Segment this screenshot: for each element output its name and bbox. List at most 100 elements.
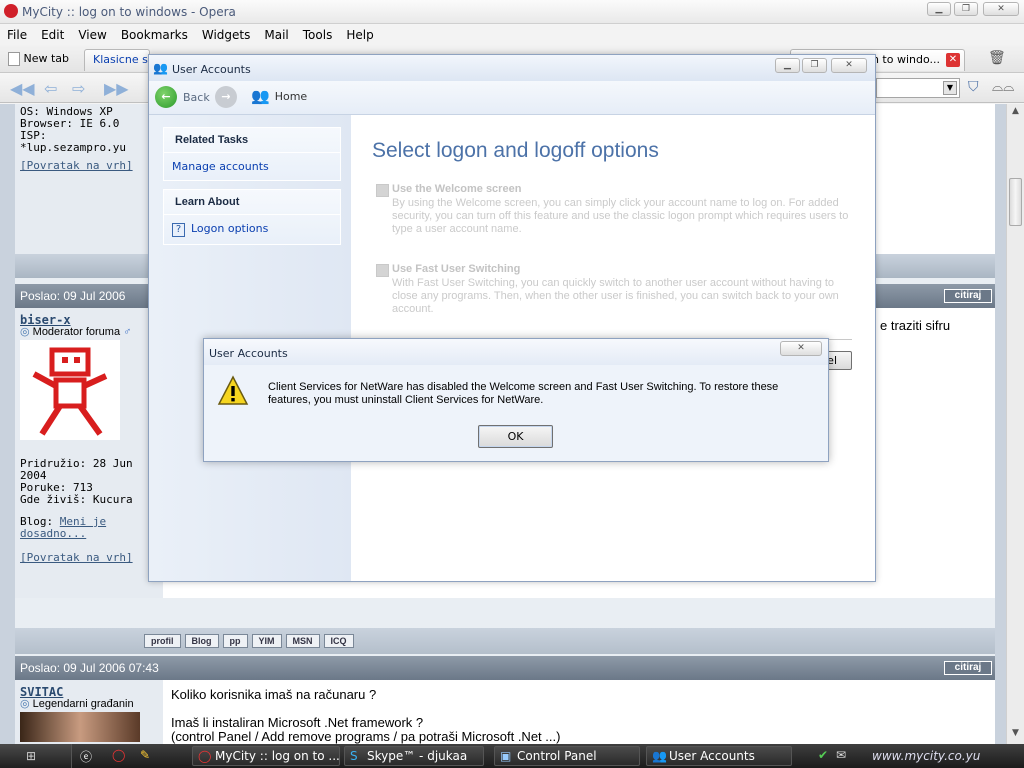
scroll-up-icon[interactable]: ▲ (1009, 106, 1022, 119)
welcome-screen-checkbox[interactable] (376, 184, 389, 197)
post-1-profile: OS: Windows XP Browser: IE 6.0 ISP: *lup… (15, 104, 163, 254)
robot-avatar-icon (32, 347, 108, 436)
forward-arrow-icon[interactable]: → (215, 86, 237, 108)
rank-label: Moderator foruma (32, 326, 121, 338)
rank-label: Legendarni građanin (32, 698, 134, 710)
post-3-body: Koliko korisnika imaš na računaru ? Imaš… (171, 688, 560, 744)
menu-mail[interactable]: Mail (264, 28, 288, 42)
task-skype[interactable]: S Skype™ - djukaa (344, 746, 484, 766)
task-label: Control Panel (517, 749, 597, 763)
post-2-text: e traziti sifru (880, 318, 951, 333)
back-to-top-link[interactable]: [Povratak na vrh] (20, 552, 158, 564)
quote-button[interactable]: citiraj (944, 661, 992, 675)
avatar (20, 340, 120, 440)
menu-bar: File Edit View Bookmarks Widgets Mail To… (0, 25, 1024, 45)
yim-button[interactable]: YIM (251, 634, 282, 648)
chevron-down-icon[interactable]: ▼ (943, 81, 957, 95)
icq-button[interactable]: ICQ (323, 634, 354, 648)
control-panel-icon: ▣ (500, 749, 512, 763)
ua-minimize-button[interactable]: ▁ (775, 58, 800, 73)
back-arrow-icon[interactable]: ⇦ (44, 79, 57, 98)
close-tab-icon[interactable]: ✕ (946, 53, 960, 67)
post-2-footer: profil Blog pp YIM MSN ICQ (15, 628, 995, 654)
taskbar: ⊞ ⓔ ◯ ✎ ◯ MyCity :: log on to ... S Skype™… (0, 744, 1024, 768)
bookmark-icon[interactable]: ⛉ (968, 79, 979, 95)
menu-bookmarks[interactable]: Bookmarks (121, 28, 188, 42)
home-button[interactable]: 👥 Home (251, 87, 307, 105)
watermark-text: www.mycity.co.yu (872, 749, 981, 763)
fast-user-switching-label: Use Fast User Switching (392, 263, 521, 275)
maximize-button[interactable]: ❐ (954, 2, 978, 16)
msn-button[interactable]: MSN (285, 634, 320, 648)
fast-user-switching-checkbox[interactable] (376, 264, 389, 277)
blog-link-cont[interactable]: dosadno... (20, 528, 158, 540)
post-3-header: Poslao: 09 Jul 2006 07:43 citiraj (15, 656, 995, 680)
task-control-panel[interactable]: ▣ Control Panel (494, 746, 640, 766)
ie-icon[interactable]: ⓔ (80, 748, 92, 765)
browser-title: MyCity :: log on to windows - Opera (22, 5, 236, 19)
task-user-accounts[interactable]: 👥 User Accounts (646, 746, 792, 766)
start-button[interactable]: ⊞ (0, 744, 72, 768)
home-label: Home (274, 89, 308, 103)
ua-maximize-button[interactable]: ❐ (802, 58, 827, 73)
fast-forward-icon[interactable]: ▶▶ (104, 79, 129, 98)
post-3: SVITAC ◎ Legendarni građanin Koliko kori… (15, 680, 995, 744)
scroll-thumb[interactable] (1009, 178, 1022, 226)
task-label: Skype™ - djukaa (367, 749, 468, 763)
blog-button[interactable]: Blog (184, 634, 219, 648)
user-location: Gde živiš: Kucura (20, 493, 133, 506)
user-accounts-window: 👥 User Accounts ▁ ❐ ✕ ← Back → 👥 Home Re… (148, 54, 876, 582)
ua-close-button[interactable]: ✕ (831, 58, 867, 73)
profile-button[interactable]: profil (144, 634, 181, 648)
username-link[interactable]: SVITAC (20, 686, 158, 698)
forward-arrow-icon[interactable]: ⇨ (72, 79, 85, 98)
dialog-titlebar: User Accounts ✕ (204, 339, 828, 365)
search-input[interactable]: ▼ (876, 78, 960, 98)
learn-about-heading: Learn About (164, 190, 340, 215)
post-3-date: Poslao: 09 Jul 2006 07:43 (20, 661, 159, 675)
menu-view[interactable]: View (78, 28, 106, 42)
menu-widgets[interactable]: Widgets (202, 28, 251, 42)
menu-tools[interactable]: Tools (303, 28, 333, 42)
post-2-profile: biser-x ◎ Moderator foruma ♂ Pridružio: … (15, 308, 163, 598)
tray-icon[interactable]: ✔ (818, 748, 828, 762)
tab-label: on to windo... (865, 53, 940, 66)
quote-button[interactable]: citiraj (944, 289, 992, 303)
close-button[interactable]: ✕ (983, 2, 1019, 16)
minimize-button[interactable]: ▁ (927, 2, 951, 16)
back-to-top-link[interactable]: [Povratak na vrh] (20, 160, 158, 172)
skype-icon: S (350, 749, 358, 763)
rewind-icon[interactable]: ◀◀ (10, 79, 35, 98)
logon-options-link[interactable]: ? Logon options (164, 215, 340, 244)
task-opera[interactable]: ◯ MyCity :: log on to ... (192, 746, 340, 766)
menu-file[interactable]: File (7, 28, 27, 42)
mail-tray-icon[interactable]: ✉ (836, 748, 846, 762)
dialog-close-button[interactable]: ✕ (780, 341, 822, 356)
browser-titlebar: MyCity :: log on to windows - Opera ▁ ❐ … (0, 0, 1024, 24)
joined-date: Pridružio: 28 Jun 2004 (20, 457, 133, 482)
male-icon: ♂ (123, 326, 132, 338)
scroll-down-icon[interactable]: ▼ (1009, 728, 1022, 741)
pm-button[interactable]: pp (222, 634, 248, 648)
menu-edit[interactable]: Edit (41, 28, 64, 42)
opera-logo-icon (4, 4, 18, 18)
ua-titlebar: 👥 User Accounts ▁ ❐ ✕ (149, 55, 875, 81)
trash-icon[interactable]: 🗑 (988, 50, 1006, 66)
back-button[interactable]: ← Back (155, 86, 210, 108)
manage-accounts-link[interactable]: Manage accounts (164, 153, 340, 180)
user-rank: ◎ Moderator foruma ♂ (20, 326, 158, 338)
opera-icon: ◯ (198, 749, 212, 763)
quicklaunch-icon[interactable]: ✎ (140, 748, 150, 762)
rank-icon: ◎ (20, 698, 33, 710)
page-scrollbar[interactable]: ▲ ▼ (1006, 104, 1024, 744)
new-tab-button[interactable]: New tab (8, 50, 86, 70)
ok-button[interactable]: OK (478, 425, 553, 448)
menu-help[interactable]: Help (346, 28, 373, 42)
related-tasks-panel: Related Tasks Manage accounts (163, 127, 341, 181)
opera-icon[interactable]: ◯ (112, 748, 125, 762)
welcome-screen-description: By using the Welcome screen, you can sim… (392, 197, 849, 235)
glasses-icon[interactable]: ⌓⌓ (992, 79, 1014, 95)
right-frame (995, 104, 1006, 744)
username-link[interactable]: biser-x (20, 314, 158, 326)
tab-klasicne[interactable]: Klasicne s (84, 49, 150, 71)
